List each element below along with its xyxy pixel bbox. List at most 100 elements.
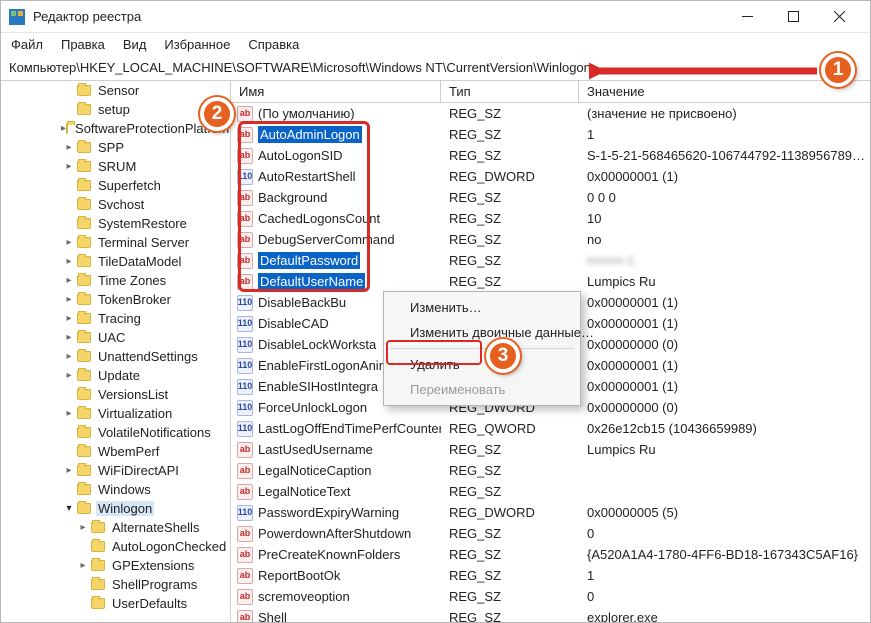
table-row[interactable]: abLegalNoticeTextREG_SZ xyxy=(231,481,870,502)
tree-node[interactable]: Superfetch xyxy=(1,176,230,195)
table-row[interactable]: abBackgroundREG_SZ0 0 0 xyxy=(231,187,870,208)
table-row[interactable]: 110LastLogOffEndTimePerfCounterREG_QWORD… xyxy=(231,418,870,439)
table-row[interactable]: abCachedLogonsCountREG_SZ10 xyxy=(231,208,870,229)
string-value-icon: ab xyxy=(237,253,253,269)
tree-node[interactable]: Sensor xyxy=(1,81,230,100)
caret-icon[interactable]: ▾ xyxy=(61,503,77,514)
tree-node[interactable]: ▸Terminal Server xyxy=(1,233,230,252)
tree-node[interactable]: Svchost xyxy=(1,195,230,214)
value-type: REG_QWORD xyxy=(441,421,579,436)
table-row[interactable]: abReportBootOkREG_SZ1 xyxy=(231,565,870,586)
folder-icon xyxy=(91,598,105,609)
caret-icon[interactable]: ▸ xyxy=(61,237,77,248)
binary-value-icon: 110 xyxy=(237,295,253,311)
tree-node[interactable]: ▸Virtualization xyxy=(1,404,230,423)
caret-icon[interactable]: ▸ xyxy=(61,408,77,419)
caret-icon[interactable]: ▸ xyxy=(61,256,77,267)
tree-label: SystemRestore xyxy=(96,216,189,231)
tree-node[interactable]: SystemRestore xyxy=(1,214,230,233)
tree-node[interactable]: Windows xyxy=(1,480,230,499)
folder-icon xyxy=(77,237,91,248)
table-row[interactable]: abShellREG_SZexplorer.exe xyxy=(231,607,870,622)
tree-node[interactable]: ▸GPExtensions xyxy=(1,556,230,575)
tree-node[interactable]: ▸UAC xyxy=(1,328,230,347)
table-row[interactable]: 110AutoRestartShellREG_DWORD0x00000001 (… xyxy=(231,166,870,187)
table-row[interactable]: 110PasswordExpiryWarningREG_DWORD0x00000… xyxy=(231,502,870,523)
tree-node[interactable]: VersionsList xyxy=(1,385,230,404)
value-name: CachedLogonsCount xyxy=(258,211,380,226)
value-type: REG_SZ xyxy=(441,547,579,562)
value-name: EnableFirstLogonAnima xyxy=(258,358,397,373)
caret-icon[interactable]: ▸ xyxy=(61,313,77,324)
caret-icon[interactable]: ▸ xyxy=(61,332,77,343)
menu-favorites[interactable]: Избранное xyxy=(164,33,230,55)
tree-node[interactable]: UserDefaults xyxy=(1,594,230,613)
tree-node[interactable]: ▸SoftwareProtectionPlatform xyxy=(1,119,230,138)
table-row[interactable]: abAutoLogonSIDREG_SZS-1-5-21-568465620-1… xyxy=(231,145,870,166)
table-row[interactable]: abscremoveoptionREG_SZ0 xyxy=(231,586,870,607)
table-row[interactable]: abAutoAdminLogonREG_SZ1 xyxy=(231,124,870,145)
table-row[interactable]: ab(По умолчанию)REG_SZ(значение не присв… xyxy=(231,103,870,124)
menu-edit[interactable]: Правка xyxy=(61,33,105,55)
tree-node[interactable]: ShellPrograms xyxy=(1,575,230,594)
caret-icon[interactable]: ▸ xyxy=(61,351,77,362)
value-data: explorer.exe xyxy=(579,610,870,622)
caret-icon[interactable]: ▸ xyxy=(75,560,91,571)
tree-node[interactable]: ▸TokenBroker xyxy=(1,290,230,309)
close-button[interactable] xyxy=(816,2,862,32)
tree-node[interactable]: ▸Tracing xyxy=(1,309,230,328)
tree-node[interactable]: VolatileNotifications xyxy=(1,423,230,442)
maximize-button[interactable] xyxy=(770,2,816,32)
table-row[interactable]: abLastUsedUsernameREG_SZLumpics Ru xyxy=(231,439,870,460)
tree-label: setup xyxy=(96,102,132,117)
folder-icon xyxy=(91,541,105,552)
value-type: REG_SZ xyxy=(441,442,579,457)
tree-node[interactable]: ▸SRUM xyxy=(1,157,230,176)
table-row[interactable]: abDefaultUserNameREG_SZLumpics Ru xyxy=(231,271,870,292)
menu-rename: Переименовать xyxy=(384,377,580,402)
tree-node[interactable]: ▾Winlogon xyxy=(1,499,230,518)
caret-icon[interactable]: ▸ xyxy=(61,294,77,305)
caret-icon[interactable]: ▸ xyxy=(61,161,77,172)
caret-icon[interactable]: ▸ xyxy=(61,142,77,153)
tree-pane[interactable]: Sensorsetup▸SoftwareProtectionPlatform▸S… xyxy=(1,81,231,622)
menu-file[interactable]: Файл xyxy=(11,33,43,55)
caret-icon[interactable]: ▸ xyxy=(61,370,77,381)
folder-icon xyxy=(77,408,91,419)
table-row[interactable]: abPreCreateKnownFoldersREG_SZ{A520A1A4-1… xyxy=(231,544,870,565)
menu-delete[interactable]: Удалить xyxy=(384,352,580,377)
table-row[interactable]: abLegalNoticeCaptionREG_SZ xyxy=(231,460,870,481)
tree-node[interactable]: ▸TileDataModel xyxy=(1,252,230,271)
caret-icon[interactable]: ▸ xyxy=(61,465,77,476)
tree-node[interactable]: ▸Update xyxy=(1,366,230,385)
titlebar: Редактор реестра xyxy=(1,1,870,33)
string-value-icon: ab xyxy=(237,190,253,206)
caret-icon[interactable]: ▸ xyxy=(75,522,91,533)
tree-node[interactable]: setup xyxy=(1,100,230,119)
menu-help[interactable]: Справка xyxy=(248,33,299,55)
table-row[interactable]: abDebugServerCommandREG_SZno xyxy=(231,229,870,250)
context-menu: Изменить… Изменить двоичные данные… Удал… xyxy=(383,291,581,406)
minimize-button[interactable] xyxy=(724,2,770,32)
value-data: 0x00000001 (1) xyxy=(579,295,870,310)
value-name: DefaultUserName xyxy=(258,273,365,290)
menu-view[interactable]: Вид xyxy=(123,33,147,55)
tree-node[interactable]: WbemPerf xyxy=(1,442,230,461)
tree-node[interactable]: AutoLogonChecked xyxy=(1,537,230,556)
col-type[interactable]: Тип xyxy=(441,81,579,102)
col-name[interactable]: Имя xyxy=(231,81,441,102)
tree-node[interactable]: ▸ UnattendSettings xyxy=(1,347,230,366)
value-data: 1 xyxy=(579,568,870,583)
table-row[interactable]: abPowerdownAfterShutdownREG_SZ0 xyxy=(231,523,870,544)
menu-modify-binary[interactable]: Изменить двоичные данные… xyxy=(384,320,580,345)
table-row[interactable]: abDefaultPasswordREG_SZ•••••••• 1 xyxy=(231,250,870,271)
tree-label: SPP xyxy=(96,140,126,155)
tree-node[interactable]: ▸WiFiDirectAPI xyxy=(1,461,230,480)
caret-icon[interactable]: ▸ xyxy=(61,275,77,286)
menu-modify[interactable]: Изменить… xyxy=(384,295,580,320)
tree-node[interactable]: ▸Time Zones xyxy=(1,271,230,290)
binary-value-icon: 110 xyxy=(237,505,253,521)
tree-node[interactable]: ▸ SPP xyxy=(1,138,230,157)
tree-label: UnattendSettings xyxy=(96,349,200,364)
tree-node[interactable]: ▸AlternateShells xyxy=(1,518,230,537)
